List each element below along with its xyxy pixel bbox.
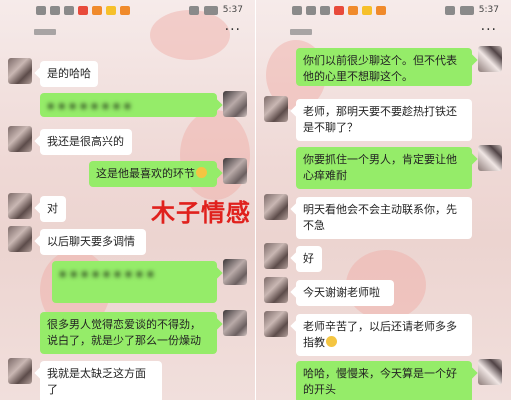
contact-avatar[interactable] — [8, 126, 32, 152]
watermark-text: 木子情感 — [151, 199, 251, 227]
chat-header: ··· — [0, 20, 255, 46]
status-bar: 5:37 — [0, 0, 255, 20]
app-icon — [106, 6, 116, 15]
message-bubble[interactable]: 我还是很高兴的 — [40, 129, 132, 155]
user-avatar[interactable] — [223, 91, 247, 117]
contact-avatar[interactable] — [8, 58, 32, 84]
message-bubble[interactable]: 以后聊天要多调情 — [40, 229, 146, 255]
app-icon — [376, 6, 386, 15]
contact-avatar[interactable] — [264, 277, 288, 303]
notification-icon — [292, 6, 302, 15]
message-bubble[interactable]: 对 — [40, 196, 66, 222]
notification-icon — [36, 6, 46, 15]
more-options-icon[interactable]: ··· — [225, 22, 241, 38]
user-avatar[interactable] — [223, 310, 247, 336]
contact-avatar[interactable] — [8, 226, 32, 252]
message-bubble[interactable]: 我就是太缺乏这方面了 — [40, 361, 162, 400]
battery-icon — [459, 5, 474, 15]
message-bubble[interactable]: 是的哈哈 — [40, 61, 98, 87]
contact-avatar[interactable] — [8, 193, 32, 219]
message-bubble-redacted[interactable]: ▪ ▪ ▪ ▪ ▪ ▪ ▪ ▪ — [40, 93, 217, 117]
status-time: 5:37 — [478, 5, 499, 15]
app-icon — [348, 6, 358, 15]
message-bubble[interactable]: 今天谢谢老师啦 — [296, 280, 394, 306]
chat-header: ··· — [256, 20, 511, 46]
message-bubble[interactable]: 老师辛苦了，以后还请老师多多指教 — [296, 314, 472, 356]
user-avatar[interactable] — [223, 158, 247, 184]
message-bubble[interactable]: 老师，那明天要不要趁热打铁还是不聊了？ — [296, 99, 472, 141]
alarm-icon — [188, 5, 199, 15]
contact-avatar[interactable] — [264, 311, 288, 337]
alarm-icon — [444, 5, 455, 15]
wifi-icon — [64, 6, 74, 15]
app-icon — [78, 6, 88, 15]
user-avatar[interactable] — [478, 46, 502, 72]
contact-name-redacted — [290, 29, 312, 35]
message-bubble[interactable]: 明天看他会不会主动联系你，先不急 — [296, 197, 472, 239]
battery-icon — [203, 5, 218, 15]
message-bubble[interactable]: 这是他最喜欢的环节 — [89, 161, 217, 187]
signal-icon — [50, 6, 60, 15]
app-icon — [92, 6, 102, 15]
message-bubble-redacted[interactable]: ▪ ▪ ▪ ▪ ▪ ▪ ▪ ▪ ▪ — [52, 261, 217, 303]
emoji-icon — [326, 336, 337, 347]
contact-avatar[interactable] — [264, 194, 288, 220]
message-bubble[interactable]: 你要抓住一个男人，肯定要让他心痒难耐 — [296, 147, 472, 189]
user-avatar[interactable] — [223, 259, 247, 285]
user-avatar[interactable] — [478, 145, 502, 171]
message-bubble[interactable]: 你们以前很少聊这个。但不代表他的心里不想聊这个。 — [296, 48, 472, 86]
signal-icon — [306, 6, 316, 15]
message-bubble[interactable]: 哈哈，慢慢来，今天算是一个好的开头 — [296, 361, 472, 400]
app-icon — [362, 6, 372, 15]
contact-avatar[interactable] — [264, 243, 288, 269]
right-chat-panel: 5:37 ··· 你们以前很少聊这个。但不代表他的心里不想聊这个。 老师，那明天… — [256, 0, 511, 400]
more-options-icon[interactable]: ··· — [481, 22, 497, 38]
user-avatar[interactable] — [478, 359, 502, 385]
app-icon — [334, 6, 344, 15]
message-bubble[interactable]: 很多男人觉得恋爱谈的不得劲，说白了，就是少了那么一份燥动 — [40, 312, 217, 354]
status-time: 5:37 — [222, 5, 243, 15]
contact-avatar[interactable] — [264, 96, 288, 122]
contact-name-redacted — [34, 29, 56, 35]
app-icon — [120, 6, 130, 15]
status-bar: 5:37 — [256, 0, 511, 20]
wifi-icon — [320, 6, 330, 15]
emoji-icon — [196, 167, 207, 178]
message-bubble[interactable]: 好 — [296, 246, 322, 272]
contact-avatar[interactable] — [8, 358, 32, 384]
